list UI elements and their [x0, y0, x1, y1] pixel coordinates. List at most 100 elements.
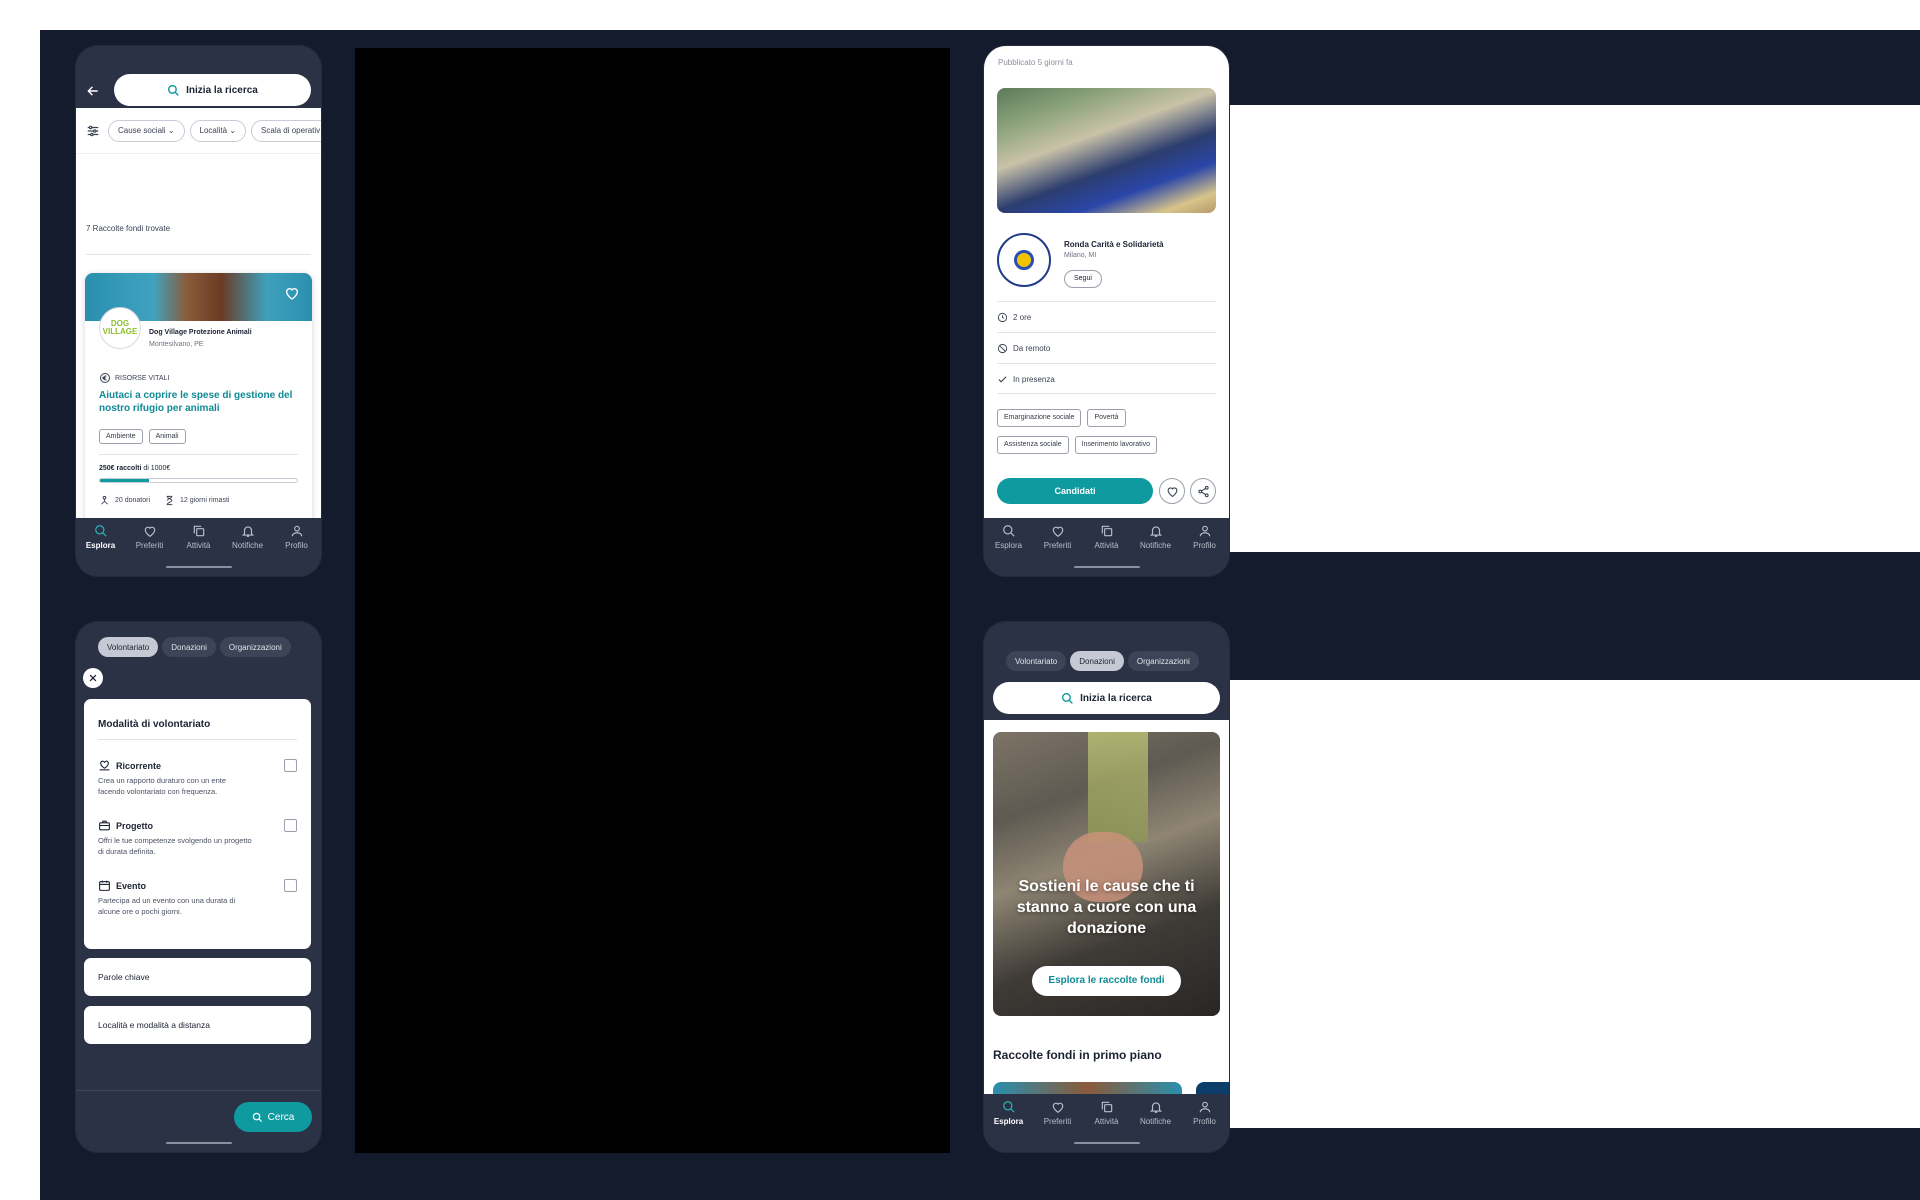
detail-in-person: In presenza [997, 374, 1055, 385]
phone-search-results: Inizia la ricerca Cause sociali ⌄ Locali… [76, 46, 321, 576]
copy-icon [1101, 1101, 1112, 1113]
briefcase-icon [99, 820, 110, 831]
tab-preferiti[interactable]: Preferiti [127, 524, 173, 550]
segment-organizzazioni[interactable]: Organizzazioni [219, 637, 291, 657]
tab-esplora[interactable]: Esplora [78, 524, 124, 550]
tag: Ambiente [99, 429, 143, 444]
checkbox-event[interactable] [284, 879, 297, 892]
phone-opportunity-detail: Pubblicato 5 giorni fa Ronda Carità e So… [984, 46, 1229, 576]
share-button[interactable] [1190, 478, 1216, 504]
favorite-button[interactable] [1159, 478, 1185, 504]
option-recurring[interactable]: Ricorrente Crea un rapporto duraturo con… [98, 759, 297, 797]
org-logo [997, 233, 1051, 287]
home-indicator [165, 566, 232, 568]
tab-attivita[interactable]: Attività [1084, 524, 1130, 550]
favorite-heart-icon[interactable] [284, 285, 300, 301]
user-icon [1199, 525, 1210, 537]
donations-body: Sostieni le cause che ti stanno a cuore … [984, 720, 1229, 1094]
tab-preferiti[interactable]: Preferiti [1035, 1100, 1081, 1126]
tab-preferiti[interactable]: Preferiti [1035, 524, 1081, 550]
tab-profilo[interactable]: Profilo [274, 524, 320, 550]
tab-profilo[interactable]: Profilo [1182, 524, 1228, 550]
filter-chip-scale[interactable]: Scala di operativ [251, 119, 321, 142]
segment-donazioni[interactable]: Donazioni [1070, 651, 1124, 671]
tab-esplora[interactable]: Esplora [986, 1100, 1032, 1126]
search-icon [252, 1112, 262, 1122]
filter-chip-location[interactable]: Località ⌄ [189, 119, 247, 142]
donors-icon [100, 495, 109, 505]
search-button[interactable]: Cerca [234, 1102, 312, 1132]
option-project[interactable]: Progetto Offri le tue competenze svolgen… [98, 819, 297, 857]
search-icon [168, 84, 180, 96]
search-bar[interactable]: Inizia la ricerca [993, 682, 1220, 714]
panel-title: Modalità di volontariato [98, 719, 211, 730]
close-button[interactable] [83, 668, 103, 688]
raised-goal: di 1000€ [141, 465, 171, 472]
search-bar[interactable]: Inizia la ricerca [114, 74, 311, 106]
featured-card-preview[interactable] [1196, 1082, 1229, 1094]
heart-icon [1167, 486, 1177, 497]
divider [997, 393, 1216, 394]
tab-notifiche[interactable]: Notifiche [225, 524, 271, 550]
card-title[interactable]: Aiutaci a coprire le spese di gestione d… [99, 389, 299, 415]
back-arrow-icon[interactable] [86, 84, 100, 98]
fundraiser-card[interactable]: DOG VILLAGE Dog Village Protezione Anima… [85, 273, 312, 526]
location-section[interactable]: Località e modalità a distanza [84, 1006, 311, 1044]
option-event[interactable]: Evento Partecipa ad un evento con una du… [98, 879, 297, 917]
search-icon [94, 525, 107, 537]
hero-title: Sostieni le cause che ti stanno a cuore … [1016, 878, 1197, 937]
copy-icon [1101, 525, 1112, 537]
tag: Povertà [1087, 409, 1126, 427]
home-indicator [165, 1142, 232, 1144]
divider [98, 739, 297, 740]
tab-esplora[interactable]: Esplora [986, 524, 1032, 550]
tag: Inserimento lavorativo [1074, 436, 1158, 454]
follow-button[interactable]: Segui [1064, 270, 1102, 288]
divider [997, 363, 1216, 364]
tab-notifiche[interactable]: Notifiche [1133, 1100, 1179, 1126]
tab-attivita[interactable]: Attività [176, 524, 222, 550]
chevron-down-icon: ⌄ [167, 126, 175, 135]
tab-notifiche[interactable]: Notifiche [1133, 524, 1179, 550]
featured-title: Raccolte fondi in primo piano [993, 1048, 1162, 1062]
bell-icon [1149, 526, 1162, 537]
copy-icon [193, 525, 204, 537]
progress-fill [100, 479, 150, 482]
checkbox-project[interactable] [284, 819, 297, 832]
segment-organizzazioni[interactable]: Organizzazioni [1127, 651, 1199, 671]
segment-donazioni[interactable]: Donazioni [162, 637, 216, 657]
raised-text: 250€ raccolti di 1000€ [99, 465, 170, 472]
card-stats: 20 donatori 12 giorni rimasti [99, 495, 229, 506]
divider [997, 301, 1216, 302]
keywords-section[interactable]: Parole chiave [84, 958, 311, 996]
filter-chip-cause[interactable]: Cause sociali ⌄ [108, 119, 185, 142]
bell-icon [1149, 1102, 1162, 1113]
checkbox-recurring[interactable] [284, 759, 297, 772]
heart-icon [1052, 1102, 1063, 1113]
tab-attivita[interactable]: Attività [1084, 1100, 1130, 1126]
heart-icon [1052, 526, 1063, 537]
explore-fundraisers-button[interactable]: Esplora le raccolte fondi [1032, 966, 1181, 996]
hourglass-icon [166, 495, 173, 506]
close-icon [89, 674, 97, 682]
clock-icon [997, 312, 1008, 323]
cause-tags: Emarginazione sociale Povertà Assistenza … [997, 406, 1222, 454]
card-tags: Ambiente Animali [99, 425, 192, 444]
tab-profilo[interactable]: Profilo [1182, 1100, 1228, 1126]
segment-volontariato[interactable]: Volontariato [98, 637, 159, 657]
option-description: Partecipa ad un evento con una durata di… [98, 896, 236, 916]
segment-control: Volontariato Donazioni Organizzazioni [98, 637, 295, 657]
search-icon [1062, 692, 1074, 704]
org-logo-mark [1014, 250, 1034, 270]
apply-button[interactable]: Candidati [997, 478, 1153, 504]
heart-hand-icon [99, 760, 110, 771]
search-icon [1002, 1101, 1015, 1113]
segment-volontariato[interactable]: Volontariato [1006, 651, 1067, 671]
filter-sliders-icon[interactable] [86, 124, 100, 138]
featured-card-preview[interactable] [993, 1082, 1182, 1094]
divider [76, 1090, 321, 1091]
tag: Assistenza sociale [997, 436, 1069, 454]
search-icon [1002, 525, 1015, 537]
check-icon [998, 376, 1007, 383]
org-name: Ronda Carità e Solidarietà [1064, 240, 1164, 249]
